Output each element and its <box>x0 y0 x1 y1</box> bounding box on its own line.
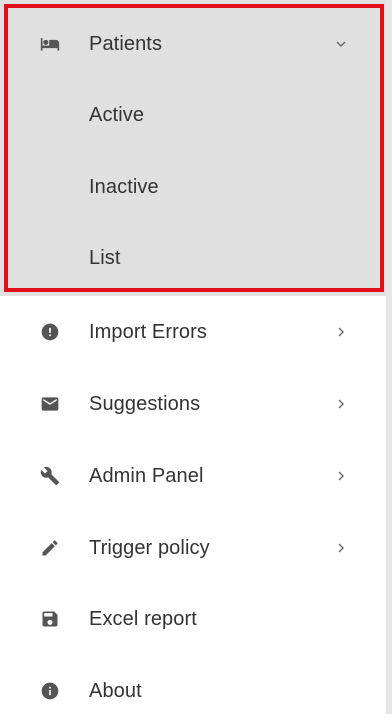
chevron-right-icon[interactable] <box>334 469 348 483</box>
menu-item-label: Excel report <box>89 607 197 630</box>
menu-item-label: Import Errors <box>89 320 207 343</box>
scrollbar-track[interactable] <box>386 0 392 714</box>
info-icon <box>40 681 60 701</box>
submenu-item-inactive[interactable]: Inactive <box>0 151 386 223</box>
patients-menu-group: Patients Active Inactive List <box>0 0 388 296</box>
alert-circle-icon <box>40 322 60 342</box>
pencil-icon <box>40 538 60 558</box>
submenu-item-label: Inactive <box>89 175 159 198</box>
bed-icon <box>40 34 60 54</box>
side-navigation: Patients Active Inactive List Import Err… <box>0 0 388 714</box>
menu-item-suggestions[interactable]: Suggestions <box>0 368 386 440</box>
menu-item-patients[interactable]: Patients <box>0 8 386 80</box>
save-icon <box>40 609 60 629</box>
menu-item-trigger-policy[interactable]: Trigger policy <box>0 512 386 584</box>
menu-item-label: Suggestions <box>89 392 201 415</box>
chevron-right-icon[interactable] <box>334 325 348 339</box>
menu-item-excel-report[interactable]: Excel report <box>0 583 386 655</box>
menu-item-import-errors[interactable]: Import Errors <box>0 296 386 368</box>
menu-item-label: Trigger policy <box>89 536 210 559</box>
menu-item-label: Admin Panel <box>89 464 204 487</box>
chevron-right-icon[interactable] <box>334 397 348 411</box>
submenu-item-active[interactable]: Active <box>0 79 386 151</box>
mail-icon <box>40 394 60 414</box>
wrench-icon <box>40 466 60 486</box>
submenu-item-list[interactable]: List <box>0 222 386 294</box>
menu-item-about[interactable]: About <box>0 655 386 727</box>
menu-item-label: About <box>89 679 142 702</box>
menu-item-label: Patients <box>89 32 163 55</box>
menu-item-admin-panel[interactable]: Admin Panel <box>0 440 386 512</box>
submenu-item-label: List <box>89 246 121 269</box>
chevron-down-icon[interactable] <box>334 37 348 51</box>
chevron-right-icon[interactable] <box>334 541 348 555</box>
submenu-item-label: Active <box>89 103 145 126</box>
